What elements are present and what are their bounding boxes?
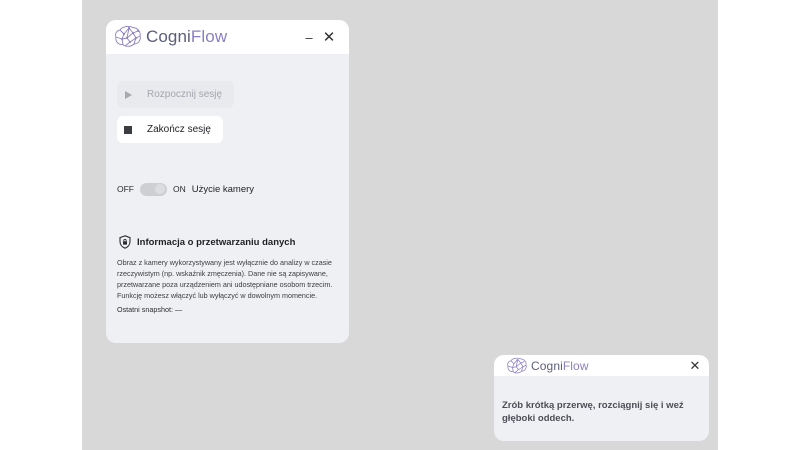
brain-logo-icon: [507, 357, 527, 374]
main-window: CogniFlow – ✕ Rozpocznij sesję Zakończ s…: [106, 20, 349, 343]
toast-close-button[interactable]: ✕: [687, 358, 703, 374]
camera-usage-label: Użycie kamery: [191, 183, 255, 195]
stop-session-button[interactable]: Zakończ sesję: [117, 116, 223, 143]
toggle-knob: [155, 184, 165, 194]
app-name: CogniFlow: [146, 27, 227, 47]
camera-toggle[interactable]: [140, 182, 167, 196]
camera-toggle-row: OFF ON Użycie kamery: [117, 181, 254, 197]
brain-logo-icon: [115, 26, 141, 47]
toggle-on-label: ON: [173, 184, 186, 194]
privacy-info-header: Informacja o przetwarzaniu danych: [119, 235, 295, 249]
start-session-label: Rozpocznij sesję: [147, 89, 223, 100]
play-icon: [125, 90, 132, 99]
privacy-info-text: Obraz z kamery wykorzystywany jest wyłąc…: [117, 258, 333, 300]
last-snapshot: Ostatni snapshot: —: [117, 305, 182, 314]
last-snapshot-value: —: [174, 305, 183, 314]
last-snapshot-label: Ostatni snapshot:: [117, 305, 173, 314]
app-name-cogni: Cogni: [146, 27, 191, 46]
toast-header: CogniFlow ✕: [494, 355, 709, 376]
title-bar: CogniFlow – ✕: [106, 20, 349, 54]
stop-icon: [124, 125, 132, 134]
notification-toast: CogniFlow ✕ Zrób krótką przerwę, rozciąg…: [494, 355, 709, 441]
toast-brand: CogniFlow: [506, 357, 589, 375]
app-name-flow: Flow: [190, 27, 228, 46]
privacy-info-title: Informacja o przetwarzaniu danych: [137, 236, 296, 248]
toggle-off-label: OFF: [117, 184, 134, 194]
app-brand: CogniFlow: [114, 24, 227, 50]
toast-app-name: CogniFlow: [531, 359, 589, 373]
stop-session-label: Zakończ sesję: [147, 124, 211, 135]
start-session-button[interactable]: Rozpocznij sesję: [117, 81, 234, 108]
toast-app-name-cogni: Cogni: [531, 359, 563, 373]
minimize-button[interactable]: –: [300, 28, 318, 46]
shield-lock-icon: [119, 235, 131, 249]
close-button[interactable]: ✕: [320, 28, 338, 46]
toast-message: Zrób krótką przerwę, rozciągnij się i we…: [502, 400, 684, 424]
toast-app-name-flow: Flow: [562, 359, 589, 373]
